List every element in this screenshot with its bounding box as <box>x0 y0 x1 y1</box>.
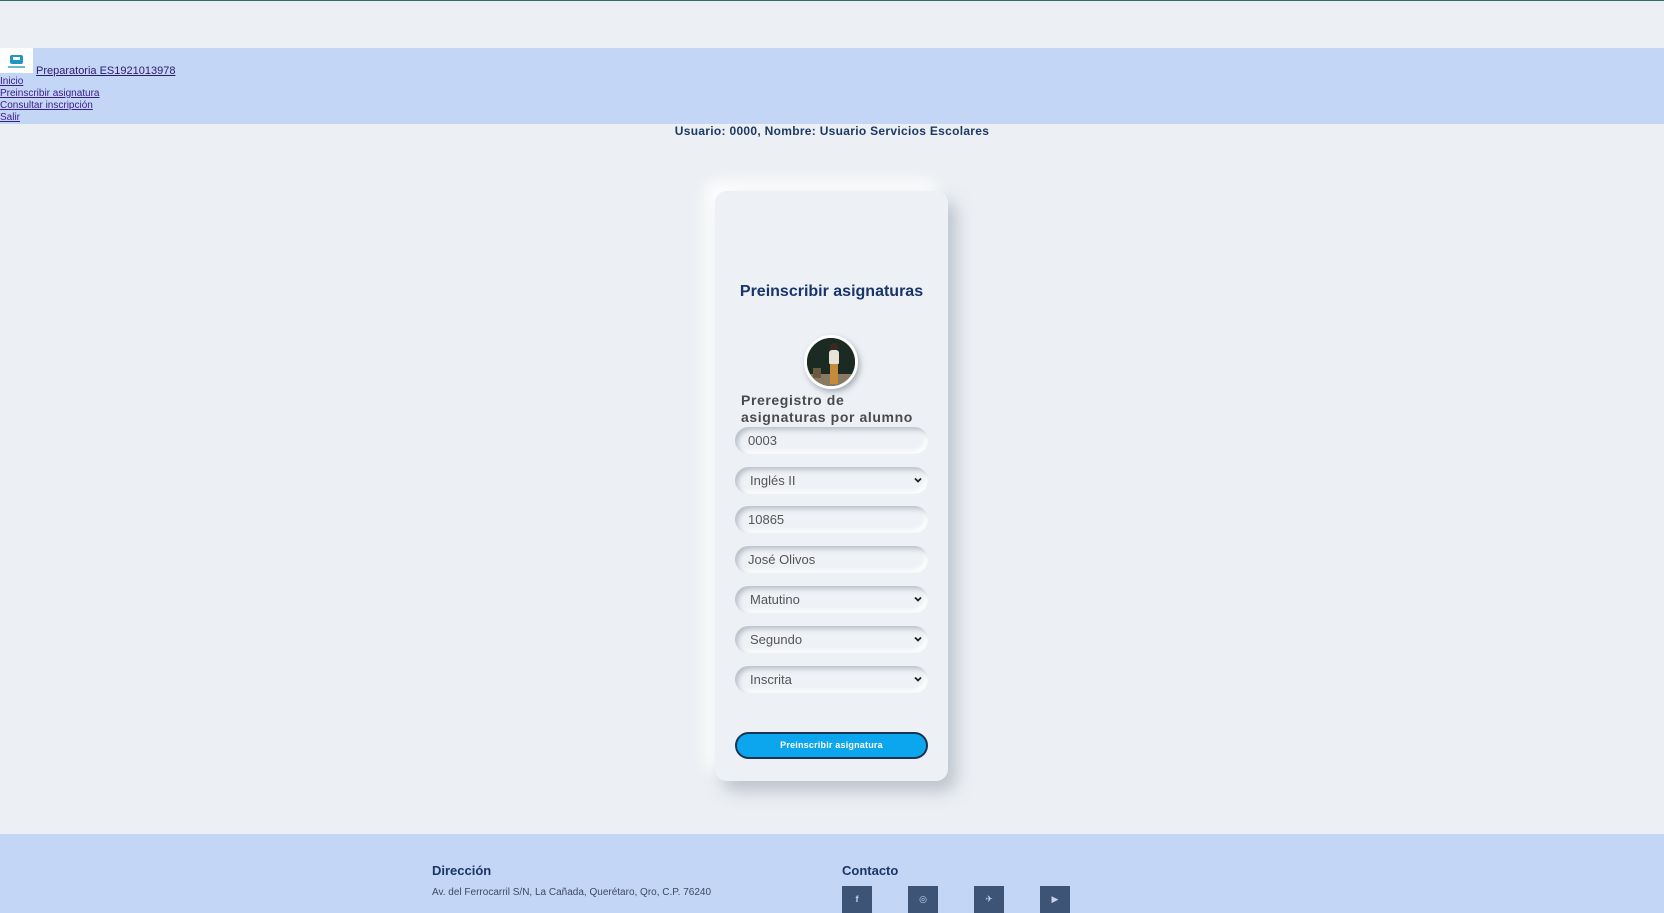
nav-link-inicio[interactable]: Inicio <box>0 76 100 88</box>
subject-select[interactable]: Inglés II <box>735 467 928 494</box>
twitter-glyph: ✈ <box>985 894 993 904</box>
top-border-line <box>0 0 1664 1</box>
subject-select-value: Inglés II <box>750 473 796 488</box>
facebook-icon[interactable]: f <box>842 886 872 913</box>
instagram-icon[interactable]: ◎ <box>908 886 938 913</box>
chevron-down-icon <box>914 477 922 483</box>
chevron-down-icon <box>914 636 922 642</box>
form-title: Preinscribir asignaturas <box>739 283 924 300</box>
footer-address: Av. del Ferrocarril S/N, La Cañada, Quer… <box>432 887 712 898</box>
avatar <box>804 335 858 389</box>
nav-link-consultar[interactable]: Consultar inscripción <box>0 100 100 112</box>
main-nav: Inicio Preinscribir asignatura Consultar… <box>0 76 100 124</box>
teacher-id-field[interactable] <box>735 506 928 533</box>
avatar-person-legs <box>830 364 838 384</box>
current-user-info: Usuario: 0000, Nombre: Usuario Servicios… <box>674 124 990 138</box>
semester-select-value: Segundo <box>750 632 803 647</box>
facebook-glyph: f <box>855 894 859 904</box>
youtube-glyph: ▶ <box>1051 894 1059 904</box>
school-logo-mark <box>10 55 23 64</box>
semester-select[interactable]: Segundo <box>735 626 928 653</box>
shift-select[interactable]: Matutino <box>735 586 928 613</box>
preinscription-form-card: Preinscribir asignaturas Preregistro de … <box>715 191 948 781</box>
twitter-icon[interactable]: ✈ <box>974 886 1004 913</box>
teacher-name-field[interactable] <box>735 546 928 573</box>
preinscribir-submit-button[interactable]: Preinscribir asignatura <box>735 732 928 759</box>
site-footer: Dirección Av. del Ferrocarril S/N, La Ca… <box>0 834 1664 913</box>
status-select[interactable]: Inscrita <box>735 666 928 693</box>
school-logo-text-mark <box>8 66 25 68</box>
footer-contact-title: Contacto <box>842 863 899 878</box>
chevron-down-icon <box>914 676 922 682</box>
student-id-field[interactable] <box>735 427 928 454</box>
school-logo-icon[interactable] <box>0 48 33 73</box>
site-header: Preparatoria ES1921013978 Inicio Preinsc… <box>0 48 1664 124</box>
nav-link-preinscribir[interactable]: Preinscribir asignatura <box>0 88 100 100</box>
nav-link-salir[interactable]: Salir <box>0 112 100 124</box>
youtube-icon[interactable]: ▶ <box>1040 886 1070 913</box>
footer-address-title: Dirección <box>432 863 492 878</box>
avatar-desk <box>813 368 821 378</box>
instagram-glyph: ◎ <box>919 894 927 904</box>
avatar-person-body <box>829 350 839 364</box>
shift-select-value: Matutino <box>750 592 800 607</box>
chevron-down-icon <box>914 596 922 602</box>
status-select-value: Inscrita <box>750 672 792 687</box>
